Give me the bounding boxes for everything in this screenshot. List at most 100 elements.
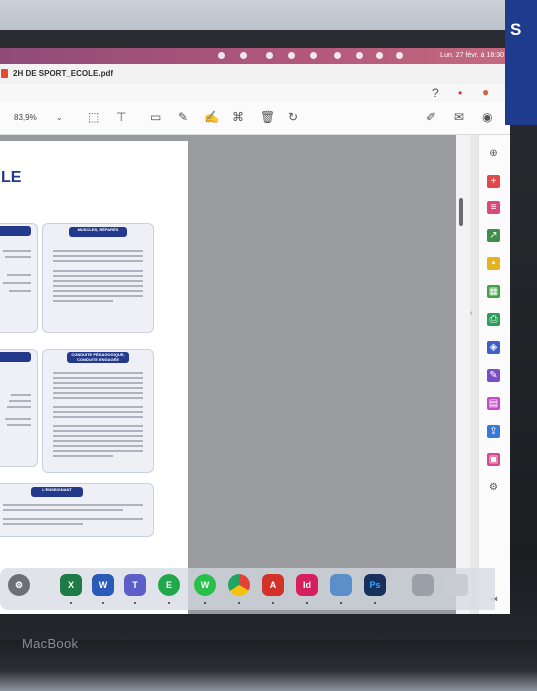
text-line xyxy=(3,250,31,252)
pdf-toolbar: 83,9% ⌄ ⬚ ⊤ ▭ ✎ ✍ ⌘ 🗑 ↻ ✐ ✉ ◉ xyxy=(0,102,510,135)
text-line xyxy=(53,416,143,418)
running-indicator xyxy=(374,602,376,604)
status-icon[interactable] xyxy=(218,52,225,59)
overlay-banner: S xyxy=(505,0,537,125)
text-line xyxy=(9,400,31,402)
text-line xyxy=(53,300,113,302)
scrollbar-thumb[interactable] xyxy=(459,198,463,226)
status-icon[interactable] xyxy=(240,52,247,59)
window-title-bar: 2H DE SPORT_ECOLE.pdf xyxy=(0,64,510,85)
text-line xyxy=(53,255,143,257)
sign-icon[interactable]: ✍ xyxy=(204,110,219,124)
text-line xyxy=(53,397,143,399)
text-line xyxy=(53,280,143,282)
edit-pdf-icon[interactable]: ✐ xyxy=(426,110,436,124)
running-indicator xyxy=(272,602,274,604)
card-header xyxy=(0,352,31,362)
text-line xyxy=(53,455,113,457)
text-line xyxy=(53,270,143,272)
fill-sign-icon[interactable]: ✎ xyxy=(487,369,500,382)
mac-menu-bar: Lun. 27 févr. à 18:30 xyxy=(0,48,510,64)
text-line xyxy=(7,424,31,426)
running-indicator xyxy=(340,602,342,604)
evernote-icon[interactable]: E xyxy=(158,574,180,596)
text-line xyxy=(53,285,143,287)
add-pdf-icon[interactable]: + xyxy=(487,175,500,188)
card-header xyxy=(0,226,31,236)
text-line xyxy=(53,435,143,437)
search-icon[interactable] xyxy=(356,52,363,59)
trash-icon[interactable] xyxy=(446,574,468,596)
pdf-page: LE MUSCLES, RÉPARÉS CONDUITE PÉDAGOGIQUE… xyxy=(0,141,188,614)
whatsapp-icon[interactable]: W xyxy=(194,574,216,596)
photoshop-icon[interactable]: Ps xyxy=(364,574,386,596)
text-line xyxy=(53,430,143,432)
document-viewport[interactable]: LE MUSCLES, RÉPARÉS CONDUITE PÉDAGOGIQUE… xyxy=(0,135,456,614)
running-indicator xyxy=(134,602,136,604)
siri-icon[interactable] xyxy=(396,52,403,59)
text-line xyxy=(53,406,143,408)
profile-icon[interactable]: ● xyxy=(482,85,489,99)
menu-bar-clock[interactable]: Lun. 27 févr. à 18:30 xyxy=(440,52,504,59)
mail-icon[interactable]: ✉ xyxy=(454,110,464,124)
text-line xyxy=(53,440,143,442)
teams-icon[interactable]: T xyxy=(124,574,146,596)
export-pdf-icon[interactable]: ↗ xyxy=(487,229,500,242)
content-card: MUSCLES, RÉPARÉS xyxy=(42,223,154,333)
battery-icon[interactable] xyxy=(310,52,317,59)
pdf-file-icon xyxy=(1,69,8,78)
text-line xyxy=(5,418,31,420)
notifications-icon[interactable]: • xyxy=(458,86,462,100)
indesign-icon[interactable]: Id xyxy=(296,574,318,596)
chevron-down-icon[interactable]: ⌄ xyxy=(56,111,63,125)
wifi-icon[interactable] xyxy=(334,52,341,59)
status-icon[interactable] xyxy=(288,52,295,59)
top-bar: ? • ● xyxy=(0,84,510,102)
rotate-icon[interactable]: ↻ xyxy=(288,110,298,124)
print-icon[interactable]: ⎙ xyxy=(487,313,500,326)
account-icon[interactable]: ◉ xyxy=(482,110,492,124)
finder-window-icon[interactable] xyxy=(412,574,434,596)
preview-icon[interactable] xyxy=(330,574,352,596)
text-line xyxy=(11,394,31,396)
chrome-icon[interactable] xyxy=(228,574,250,596)
system-preferences-icon[interactable]: ⚙ xyxy=(8,574,30,596)
zoom-level-select[interactable]: 83,9% xyxy=(14,113,37,122)
card-header: L'ENSEIGNANT xyxy=(31,487,83,497)
text-line xyxy=(53,295,143,297)
comment-icon[interactable]: ▭ xyxy=(150,110,161,124)
text-line xyxy=(53,275,143,277)
delete-icon[interactable]: 🗑 xyxy=(260,110,275,124)
text-line xyxy=(5,256,31,258)
spreadsheet-icon[interactable]: ▦ xyxy=(487,285,500,298)
presentation-icon[interactable]: ⊤ xyxy=(116,110,126,124)
mac-dock: ⚙ X W T E W A Id Ps xyxy=(0,568,495,610)
create-pdf-icon[interactable]: ▤ xyxy=(487,397,500,410)
text-line xyxy=(3,523,83,525)
control-center-icon[interactable] xyxy=(376,52,383,59)
text-line xyxy=(3,518,143,520)
share-icon[interactable]: ⇪ xyxy=(487,425,500,438)
tools-rail: ⊕ + ≡ ↗ ▪ ▦ ⎙ ◈ ✎ ▤ ⇪ ▣ ⚙ ⇥ xyxy=(478,135,510,614)
acrobat-icon[interactable]: A xyxy=(262,574,284,596)
stamp-icon[interactable]: ⌘ xyxy=(232,110,244,124)
organize-icon[interactable]: ≡ xyxy=(487,201,500,214)
text-line xyxy=(53,425,143,427)
card-header: MUSCLES, RÉPARÉS xyxy=(69,227,127,237)
zoom-icon[interactable]: ⊕ xyxy=(487,147,500,160)
help-icon[interactable]: ? xyxy=(432,86,439,100)
text-line xyxy=(53,445,143,447)
excel-icon[interactable]: X xyxy=(60,574,82,596)
protect-icon[interactable]: ◈ xyxy=(487,341,500,354)
comment-icon[interactable]: ▪ xyxy=(487,257,500,270)
fit-page-icon[interactable]: ⬚ xyxy=(88,110,99,124)
more-tools-icon[interactable]: ⚙ xyxy=(487,481,500,494)
word-icon[interactable]: W xyxy=(92,574,114,596)
collapse-panel-icon[interactable]: ‹ xyxy=(470,310,472,317)
compress-icon[interactable]: ▣ xyxy=(487,453,500,466)
status-icon[interactable] xyxy=(266,52,273,59)
overlay-text: S xyxy=(510,20,522,39)
highlight-pen-icon[interactable]: ✎ xyxy=(178,110,188,124)
laptop-screen: Lun. 27 févr. à 18:30 2H DE SPORT_ECOLE.… xyxy=(0,48,510,614)
text-line xyxy=(3,504,143,506)
